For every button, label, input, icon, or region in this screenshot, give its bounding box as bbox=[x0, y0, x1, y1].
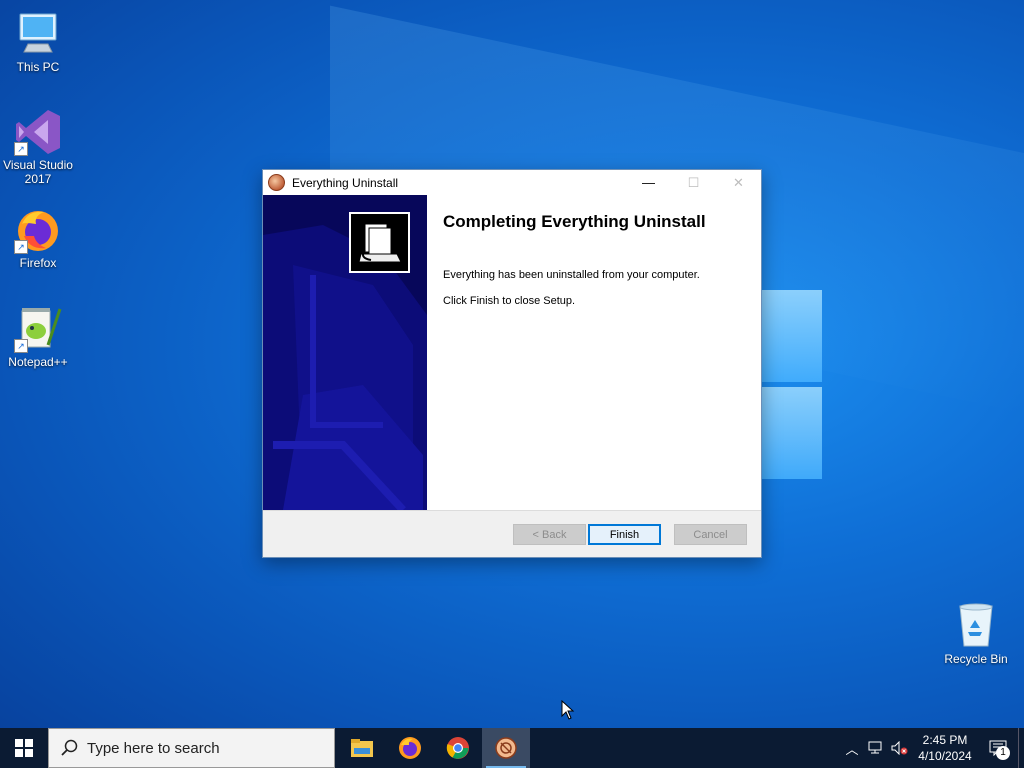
desktop-icon-label: This PC bbox=[16, 60, 60, 74]
dialog-titlebar[interactable]: Everything Uninstall — ☐ ✕ bbox=[263, 170, 761, 195]
desktop-icon-label: Recycle Bin bbox=[944, 652, 1008, 666]
shortcut-arrow-icon: ↗ bbox=[14, 142, 28, 156]
desktop-icon-label: Visual Studio 2017 bbox=[3, 158, 73, 186]
search-icon bbox=[61, 739, 78, 756]
taskbar-everything-uninstall[interactable] bbox=[482, 728, 530, 768]
firefox-icon bbox=[399, 737, 421, 759]
notification-count-badge: 1 bbox=[996, 746, 1010, 760]
installer-logo-icon bbox=[349, 212, 410, 273]
cancel-button: Cancel bbox=[674, 524, 747, 545]
uninstall-complete-message: Everything has been uninstalled from you… bbox=[443, 269, 700, 281]
back-button: < Back bbox=[513, 524, 586, 545]
action-center-button[interactable]: 1 bbox=[978, 728, 1018, 768]
show-hidden-icons-chevron-up-icon[interactable]: ︿ bbox=[840, 728, 864, 768]
desktop-icon-label: Firefox bbox=[19, 256, 57, 270]
everything-uninstall-icon bbox=[495, 737, 517, 759]
shortcut-arrow-icon: ↗ bbox=[14, 240, 28, 254]
search-placeholder: Type here to search bbox=[87, 739, 220, 757]
maximize-button: ☐ bbox=[687, 174, 700, 190]
desktop-icon-visual-studio[interactable]: ↗ Visual Studio 2017 bbox=[0, 108, 76, 186]
dialog-heading: Completing Everything Uninstall bbox=[443, 212, 706, 231]
notepad-plus-plus-icon: ↗ bbox=[14, 305, 62, 353]
everything-uninstall-icon bbox=[268, 174, 285, 191]
taskbar-firefox[interactable] bbox=[386, 728, 434, 768]
dialog-button-bar: < Back Finish Cancel bbox=[263, 510, 761, 558]
volume-muted-icon[interactable] bbox=[888, 728, 912, 768]
desktop-icon-notepad-plus-plus[interactable]: ↗ Notepad++ bbox=[0, 305, 76, 369]
close-setup-message: Click Finish to close Setup. bbox=[443, 295, 576, 307]
dialog-content: Completing Everything Uninstall Everythi… bbox=[349, 195, 761, 510]
desktop-icon-this-pc[interactable]: This PC bbox=[0, 10, 76, 74]
windows-logo-icon bbox=[15, 739, 33, 757]
chrome-icon bbox=[446, 737, 469, 759]
uninstall-dialog: Everything Uninstall — ☐ ✕ Completing Ev… bbox=[262, 169, 762, 558]
clock-date: 4/10/2024 bbox=[918, 749, 972, 763]
computer-icon bbox=[14, 10, 62, 58]
taskbar-clock[interactable]: 2:45 PM 4/10/2024 bbox=[912, 732, 978, 764]
system-tray: ︿ 2:45 PM 4/10/2024 1 bbox=[840, 728, 1024, 768]
taskbar: Type here to search ︿ 2:45 PM 4/10/2024 … bbox=[0, 728, 1024, 768]
shortcut-arrow-icon: ↗ bbox=[14, 339, 28, 353]
mouse-cursor-icon bbox=[561, 700, 575, 720]
dialog-title: Everything Uninstall bbox=[292, 175, 399, 190]
file-explorer-icon bbox=[351, 739, 373, 757]
taskbar-file-explorer[interactable] bbox=[338, 728, 386, 768]
taskbar-search-box[interactable]: Type here to search bbox=[48, 728, 335, 768]
start-button[interactable] bbox=[0, 728, 48, 768]
taskbar-chrome[interactable] bbox=[434, 728, 482, 768]
finish-button[interactable]: Finish bbox=[588, 524, 661, 545]
firefox-icon: ↗ bbox=[14, 206, 62, 254]
recycle-bin-icon bbox=[952, 600, 1000, 648]
desktop-icon-firefox[interactable]: ↗ Firefox bbox=[0, 206, 76, 270]
network-icon[interactable] bbox=[864, 728, 888, 768]
visual-studio-icon: ↗ bbox=[14, 108, 62, 156]
desktop-icon-label: Notepad++ bbox=[8, 355, 68, 369]
show-desktop-button[interactable] bbox=[1018, 728, 1024, 768]
clock-time: 2:45 PM bbox=[922, 733, 968, 747]
desktop-icon-recycle-bin[interactable]: Recycle Bin bbox=[938, 600, 1014, 666]
minimize-button[interactable]: — bbox=[626, 170, 671, 195]
wallpaper-windows-logo bbox=[760, 290, 822, 480]
close-button: ✕ bbox=[733, 174, 744, 190]
